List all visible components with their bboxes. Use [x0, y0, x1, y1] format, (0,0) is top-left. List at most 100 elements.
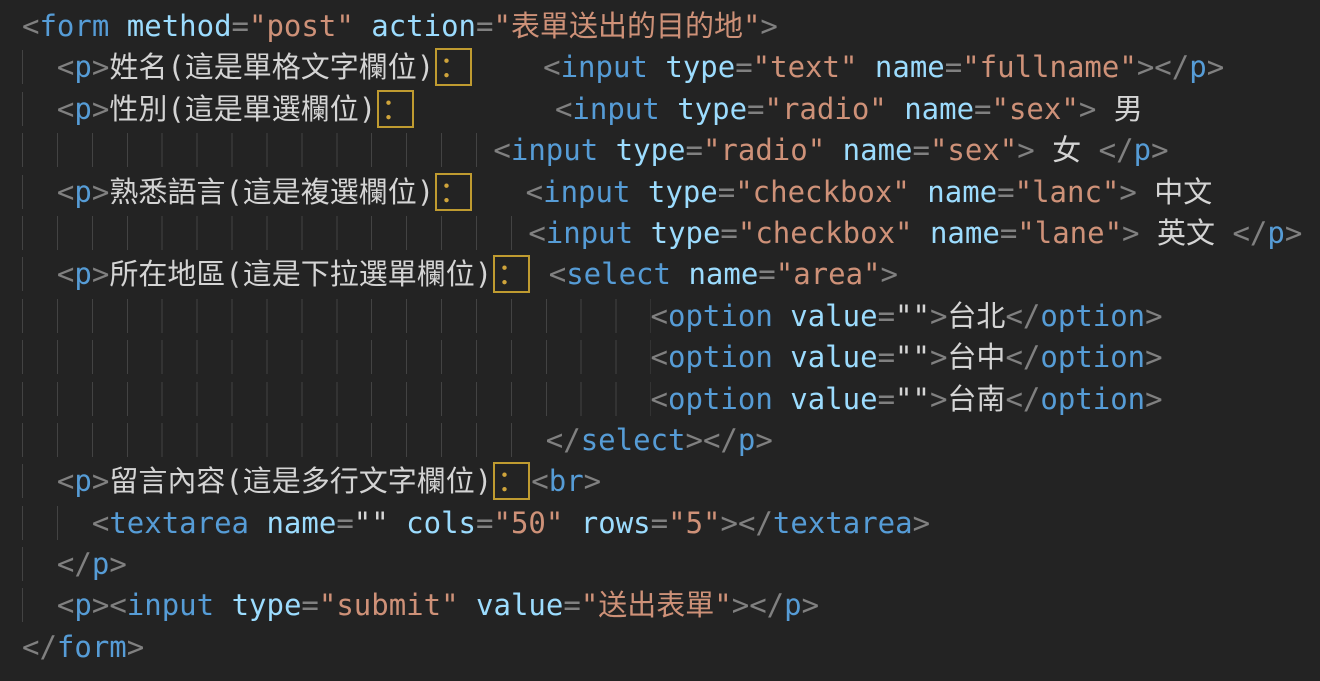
code-line-10[interactable]: <option value="">台南</option> — [22, 379, 1320, 420]
punctuation-token: = — [758, 257, 775, 291]
tag-name-token: p — [1189, 50, 1206, 84]
code-line-5[interactable]: <p>熟悉語言(這是複選欄位)： <input type="checkbox" … — [22, 172, 1320, 213]
empty-string-token: "" — [895, 340, 930, 374]
punctuation-token: > — [930, 340, 947, 374]
punctuation-token: > — [1145, 382, 1162, 416]
tag-name-token: p — [74, 50, 91, 84]
tag-name-token: form — [39, 9, 109, 43]
punctuation-token: = — [718, 175, 735, 209]
punctuation-token: > — [109, 547, 126, 581]
attribute-name-token: method — [127, 9, 232, 43]
punctuation-token: < — [57, 464, 74, 498]
code-line-12[interactable]: <p>留言內容(這是多行文字欄位)：<br> — [22, 461, 1320, 502]
search-match-highlight: ： — [435, 48, 472, 86]
punctuation-token: > — [755, 423, 772, 457]
text-token — [415, 92, 555, 126]
string-token: "radio" — [703, 133, 825, 167]
string-token: "50" — [493, 506, 563, 540]
code-line-14[interactable]: </p> — [22, 544, 1320, 585]
tag-name-token: p — [1134, 133, 1151, 167]
text-token — [648, 50, 665, 84]
punctuation-token: < — [526, 175, 543, 209]
text-token: 台中 — [947, 340, 1005, 374]
string-token: "送出表單" — [581, 588, 732, 622]
punctuation-token: = — [735, 50, 752, 84]
code-line-15[interactable]: <p><input type="submit" value="送出表單"></p… — [22, 585, 1320, 626]
text-token — [563, 506, 580, 540]
punctuation-token: > — [127, 630, 144, 664]
code-editor[interactable]: <form method="post" action="表單送出的目的地"> <… — [0, 0, 1320, 681]
attribute-name-token: value — [790, 340, 877, 374]
punctuation-token: < — [57, 588, 74, 622]
punctuation-token: = — [476, 506, 493, 540]
string-token: "5" — [668, 506, 720, 540]
attribute-name-token: name — [875, 50, 945, 84]
text-token — [459, 588, 476, 622]
punctuation-token: > — [913, 506, 930, 540]
tag-name-token: p — [92, 547, 109, 581]
indent-guides — [22, 133, 493, 167]
punctuation-token: = — [974, 92, 991, 126]
punctuation-token: ></ — [732, 588, 784, 622]
code-line-7[interactable]: <p>所在地區(這是下拉選單欄位)： <select name="area"> — [22, 254, 1320, 295]
tag-name-token: option — [1040, 299, 1145, 333]
punctuation-token: = — [913, 133, 930, 167]
text-token: 男 — [1096, 92, 1142, 126]
string-token: "sex" — [992, 92, 1079, 126]
text-token — [598, 133, 615, 167]
code-line-1[interactable]: <form method="post" action="表單送出的目的地"> — [22, 6, 1320, 47]
code-line-11[interactable]: </select></p> — [22, 420, 1320, 461]
attribute-name-token: name — [843, 133, 913, 167]
punctuation-token: </ — [1005, 299, 1040, 333]
tag-name-token: form — [57, 630, 127, 664]
punctuation-token: = — [878, 299, 895, 333]
attribute-name-token: name — [930, 216, 1000, 250]
code-line-4[interactable]: <input type="radio" name="sex"> 女 </p> — [22, 130, 1320, 171]
tag-name-token: textarea — [109, 506, 249, 540]
code-line-2[interactable]: <p>姓名(這是單格文字欄位)： <input type="text" name… — [22, 47, 1320, 88]
indent-guides — [22, 299, 651, 333]
text-token — [633, 216, 650, 250]
text-token — [825, 133, 842, 167]
tag-name-token: p — [784, 588, 801, 622]
text-token: 熟悉語言(這是複選欄位) — [109, 175, 434, 209]
code-line-6[interactable]: <input type="checkbox" name="lane"> 英文 <… — [22, 213, 1320, 254]
punctuation-token: = — [651, 506, 668, 540]
punctuation-token: = — [878, 340, 895, 374]
text-token — [773, 382, 790, 416]
code-line-16[interactable]: </form> — [22, 627, 1320, 668]
punctuation-token: > — [1285, 216, 1302, 250]
text-token — [773, 340, 790, 374]
punctuation-token: = — [563, 588, 580, 622]
code-line-9[interactable]: <option value="">台中</option> — [22, 337, 1320, 378]
punctuation-token: </ — [22, 630, 57, 664]
punctuation-token: = — [945, 50, 962, 84]
code-line-13[interactable]: <textarea name="" cols="50" rows="5"></t… — [22, 503, 1320, 544]
punctuation-token: > — [92, 175, 109, 209]
attribute-name-token: type — [648, 175, 718, 209]
text-token — [773, 299, 790, 333]
punctuation-token: </ — [57, 547, 92, 581]
code-line-8[interactable]: <option value="">台北</option> — [22, 296, 1320, 337]
attribute-name-token: type — [232, 588, 302, 622]
code-line-3[interactable]: <p>性別(這是單選欄位)： <input type="radio" name=… — [22, 89, 1320, 130]
text-token — [249, 506, 266, 540]
punctuation-token: > — [1207, 50, 1224, 84]
search-match-highlight: ： — [493, 462, 530, 500]
punctuation-token: > — [881, 257, 898, 291]
punctuation-token: < — [57, 92, 74, 126]
attribute-name-token: rows — [581, 506, 651, 540]
punctuation-token: </ — [1005, 382, 1040, 416]
tag-name-token: input — [543, 175, 630, 209]
attribute-name-token: type — [616, 133, 686, 167]
text-token — [660, 92, 677, 126]
punctuation-token: > — [584, 464, 601, 498]
tag-name-token: p — [74, 464, 91, 498]
punctuation-token: < — [493, 133, 510, 167]
text-token: 姓名(這是單格文字欄位) — [109, 50, 434, 84]
punctuation-token: = — [476, 9, 493, 43]
indent-guides — [22, 588, 57, 622]
search-match-highlight: ： — [493, 255, 530, 293]
indent-guides — [22, 382, 651, 416]
indent-guides — [22, 547, 57, 581]
